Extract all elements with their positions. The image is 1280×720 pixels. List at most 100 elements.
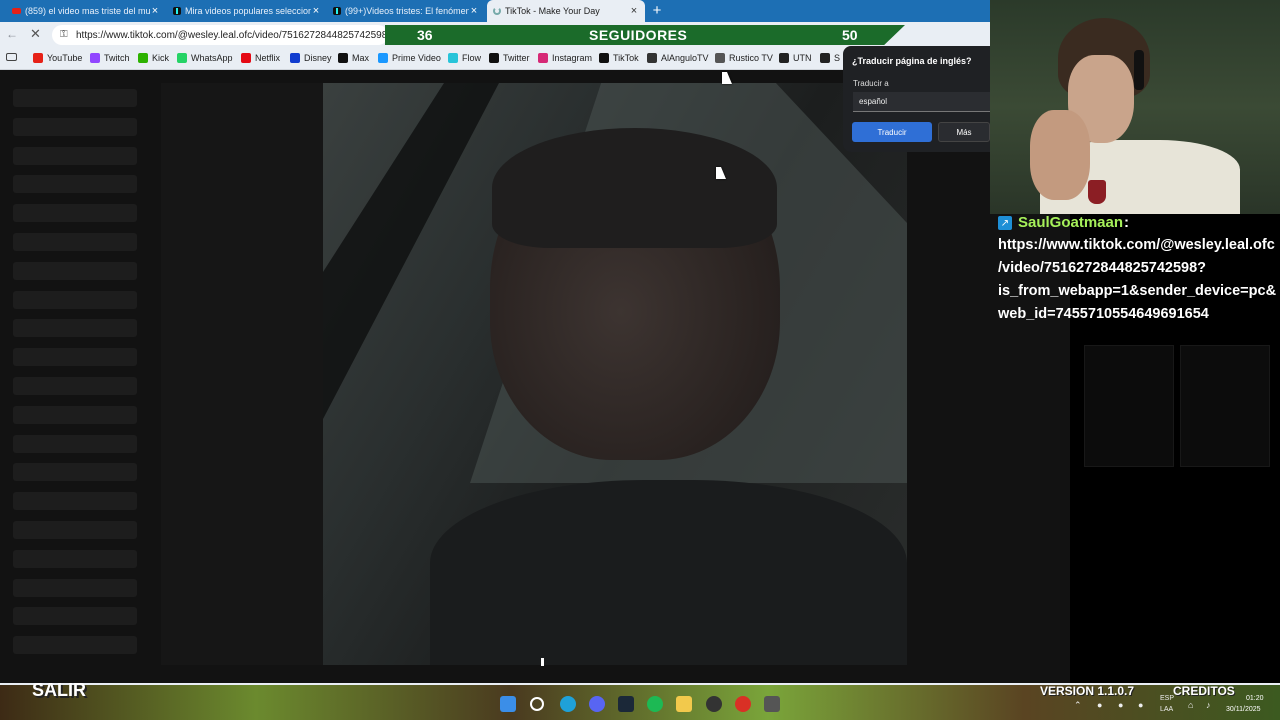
kick-icon bbox=[138, 53, 148, 63]
bookmark-tiktok[interactable]: TikTok bbox=[599, 51, 639, 65]
utn-icon bbox=[779, 53, 789, 63]
youtube-icon bbox=[33, 53, 43, 63]
site-info-icon[interactable]: ⚿ bbox=[60, 29, 68, 40]
chat-message-line: /video/7516272844825742598? bbox=[998, 260, 1207, 276]
tab-search-icon[interactable] bbox=[6, 53, 17, 61]
skeleton-row bbox=[13, 521, 137, 539]
steam-icon[interactable] bbox=[618, 696, 634, 712]
placeholder-card bbox=[1084, 345, 1174, 467]
video-person-body bbox=[430, 480, 907, 665]
bookmark-rustico-tv[interactable]: Rustico TV bbox=[715, 51, 773, 65]
tray-app-icon[interactable]: ● bbox=[1118, 700, 1123, 710]
tab-label: (99+)Videos tristes: El fenómeno bbox=[345, 6, 469, 16]
skeleton-row bbox=[13, 377, 137, 395]
windows-start-icon[interactable] bbox=[500, 696, 516, 712]
bookmark-label: Flow bbox=[462, 53, 482, 63]
bookmark-flow[interactable]: Flow bbox=[448, 51, 481, 65]
tab-tiktok-sad-videos[interactable]: (99+)Videos tristes: El fenómeno × bbox=[327, 0, 485, 22]
close-icon[interactable]: × bbox=[629, 5, 639, 17]
video-progress-marker[interactable] bbox=[541, 658, 544, 666]
tab-tiktok-popular[interactable]: Mira videos populares selecciona × bbox=[167, 0, 327, 22]
chat-message-line: https://www.tiktok.com/@wesley.leal.ofc bbox=[998, 237, 1275, 253]
bookmark-utn[interactable]: UTN bbox=[779, 51, 812, 65]
loading-icon bbox=[493, 7, 501, 15]
mouse-cursor bbox=[716, 167, 726, 179]
bookmark-label: Prime Video bbox=[392, 53, 441, 63]
tiktok-icon bbox=[333, 7, 341, 15]
app-icon[interactable] bbox=[764, 696, 780, 712]
network-icon[interactable]: ⌂ bbox=[1188, 700, 1193, 710]
spotify-icon[interactable] bbox=[647, 696, 663, 712]
exit-button[interactable]: SALIR bbox=[32, 680, 86, 701]
clock-time[interactable]: 01:20 bbox=[1246, 695, 1264, 702]
tab-tiktok-active[interactable]: TikTok - Make Your Day × bbox=[487, 0, 645, 22]
close-icon[interactable]: × bbox=[469, 5, 479, 17]
bookmark-label: Rustico TV bbox=[729, 53, 773, 63]
instagram-icon bbox=[538, 53, 548, 63]
bookmark-whatsapp[interactable]: WhatsApp bbox=[177, 51, 233, 65]
tab-label: TikTok - Make Your Day bbox=[505, 6, 600, 16]
skeleton-row bbox=[13, 117, 137, 136]
bookmark-label: Twitter bbox=[503, 53, 530, 63]
bookmark-alangulotv[interactable]: AlAnguloTV bbox=[647, 51, 709, 65]
volume-icon[interactable]: ♪ bbox=[1206, 700, 1211, 710]
chevron-up-icon[interactable]: ⌃ bbox=[1074, 700, 1082, 711]
tab-label: (859) el video mas triste del mund bbox=[25, 6, 150, 16]
new-tab-button[interactable]: + bbox=[650, 2, 664, 19]
bookmark-s[interactable]: S bbox=[820, 51, 840, 65]
credits-button[interactable]: CREDITOS bbox=[1173, 684, 1235, 698]
flow-icon bbox=[448, 53, 458, 63]
bookmark-label: Twitch bbox=[104, 53, 130, 63]
close-icon[interactable]: × bbox=[150, 5, 160, 17]
bookmark-twitter[interactable]: Twitter bbox=[489, 51, 530, 65]
rustico-icon bbox=[715, 53, 725, 63]
chat-message-line: is_from_webapp=1&sender_device=pc& bbox=[998, 283, 1277, 299]
translate-button[interactable]: Traducir bbox=[852, 122, 932, 142]
bookmark-youtube[interactable]: YouTube bbox=[33, 51, 82, 65]
input-language-bottom[interactable]: LAA bbox=[1160, 706, 1173, 713]
bookmark-kick[interactable]: Kick bbox=[138, 51, 169, 65]
file-explorer-icon[interactable] bbox=[676, 696, 692, 712]
search-icon[interactable] bbox=[530, 697, 544, 711]
skeleton-row bbox=[13, 290, 137, 309]
tray-app-icon[interactable]: ● bbox=[1138, 700, 1143, 710]
chat-message-line: web_id=7455710554649691654 bbox=[998, 306, 1209, 322]
webcam-person-hand bbox=[1030, 110, 1090, 200]
edge-icon[interactable] bbox=[560, 696, 576, 712]
discord-icon[interactable] bbox=[589, 696, 605, 712]
bookmark-label: UTN bbox=[793, 53, 812, 63]
skeleton-row bbox=[13, 578, 137, 597]
skeleton-row bbox=[13, 636, 137, 655]
video-person-hair bbox=[492, 128, 777, 248]
version-label: VERSION 1.1.0.7 bbox=[1040, 684, 1135, 698]
skeleton-row bbox=[13, 319, 137, 338]
stop-loading-icon[interactable]: ✕ bbox=[30, 26, 41, 42]
skeleton-row bbox=[13, 261, 137, 280]
tab-youtube-video[interactable]: (859) el video mas triste del mund × bbox=[6, 0, 166, 22]
bookmark-prime-video[interactable]: Prime Video bbox=[378, 51, 441, 65]
skeleton-row bbox=[13, 492, 137, 511]
skeleton-row bbox=[13, 348, 137, 367]
tray-app-icon[interactable]: ● bbox=[1097, 700, 1102, 710]
disney-icon bbox=[290, 53, 300, 63]
bookmark-label: Disney bbox=[304, 53, 332, 63]
bookmark-max[interactable]: Max bbox=[338, 51, 369, 65]
more-button[interactable]: Más bbox=[938, 122, 990, 142]
bookmark-disney[interactable]: Disney bbox=[290, 51, 332, 65]
back-arrow-icon[interactable]: ← bbox=[6, 27, 18, 41]
placeholder-card bbox=[1180, 345, 1270, 467]
translate-to-label: Traducir a bbox=[853, 79, 889, 88]
clock-date[interactable]: 30/11/2025 bbox=[1226, 706, 1261, 713]
bookmark-twitch[interactable]: Twitch bbox=[90, 51, 130, 65]
skeleton-row bbox=[13, 607, 137, 626]
input-language-top[interactable]: ESP bbox=[1160, 695, 1174, 702]
bookmark-netflix[interactable]: Netflix bbox=[241, 51, 280, 65]
chrome-icon[interactable] bbox=[706, 696, 722, 712]
tiktok-icon bbox=[173, 7, 181, 15]
skeleton-row bbox=[13, 89, 137, 107]
obs-icon[interactable] bbox=[735, 696, 751, 712]
close-icon[interactable]: × bbox=[311, 5, 321, 17]
bookmark-instagram[interactable]: Instagram bbox=[538, 51, 592, 65]
tiktok-icon bbox=[599, 53, 609, 63]
url-text[interactable]: https://www.tiktok.com/@wesley.leal.ofc/… bbox=[76, 30, 386, 41]
